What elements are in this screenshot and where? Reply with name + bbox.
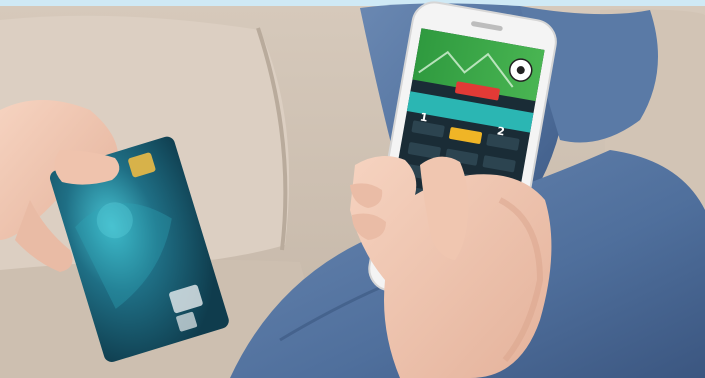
- frame-strip: [0, 0, 705, 6]
- photo-scene: [0, 0, 705, 378]
